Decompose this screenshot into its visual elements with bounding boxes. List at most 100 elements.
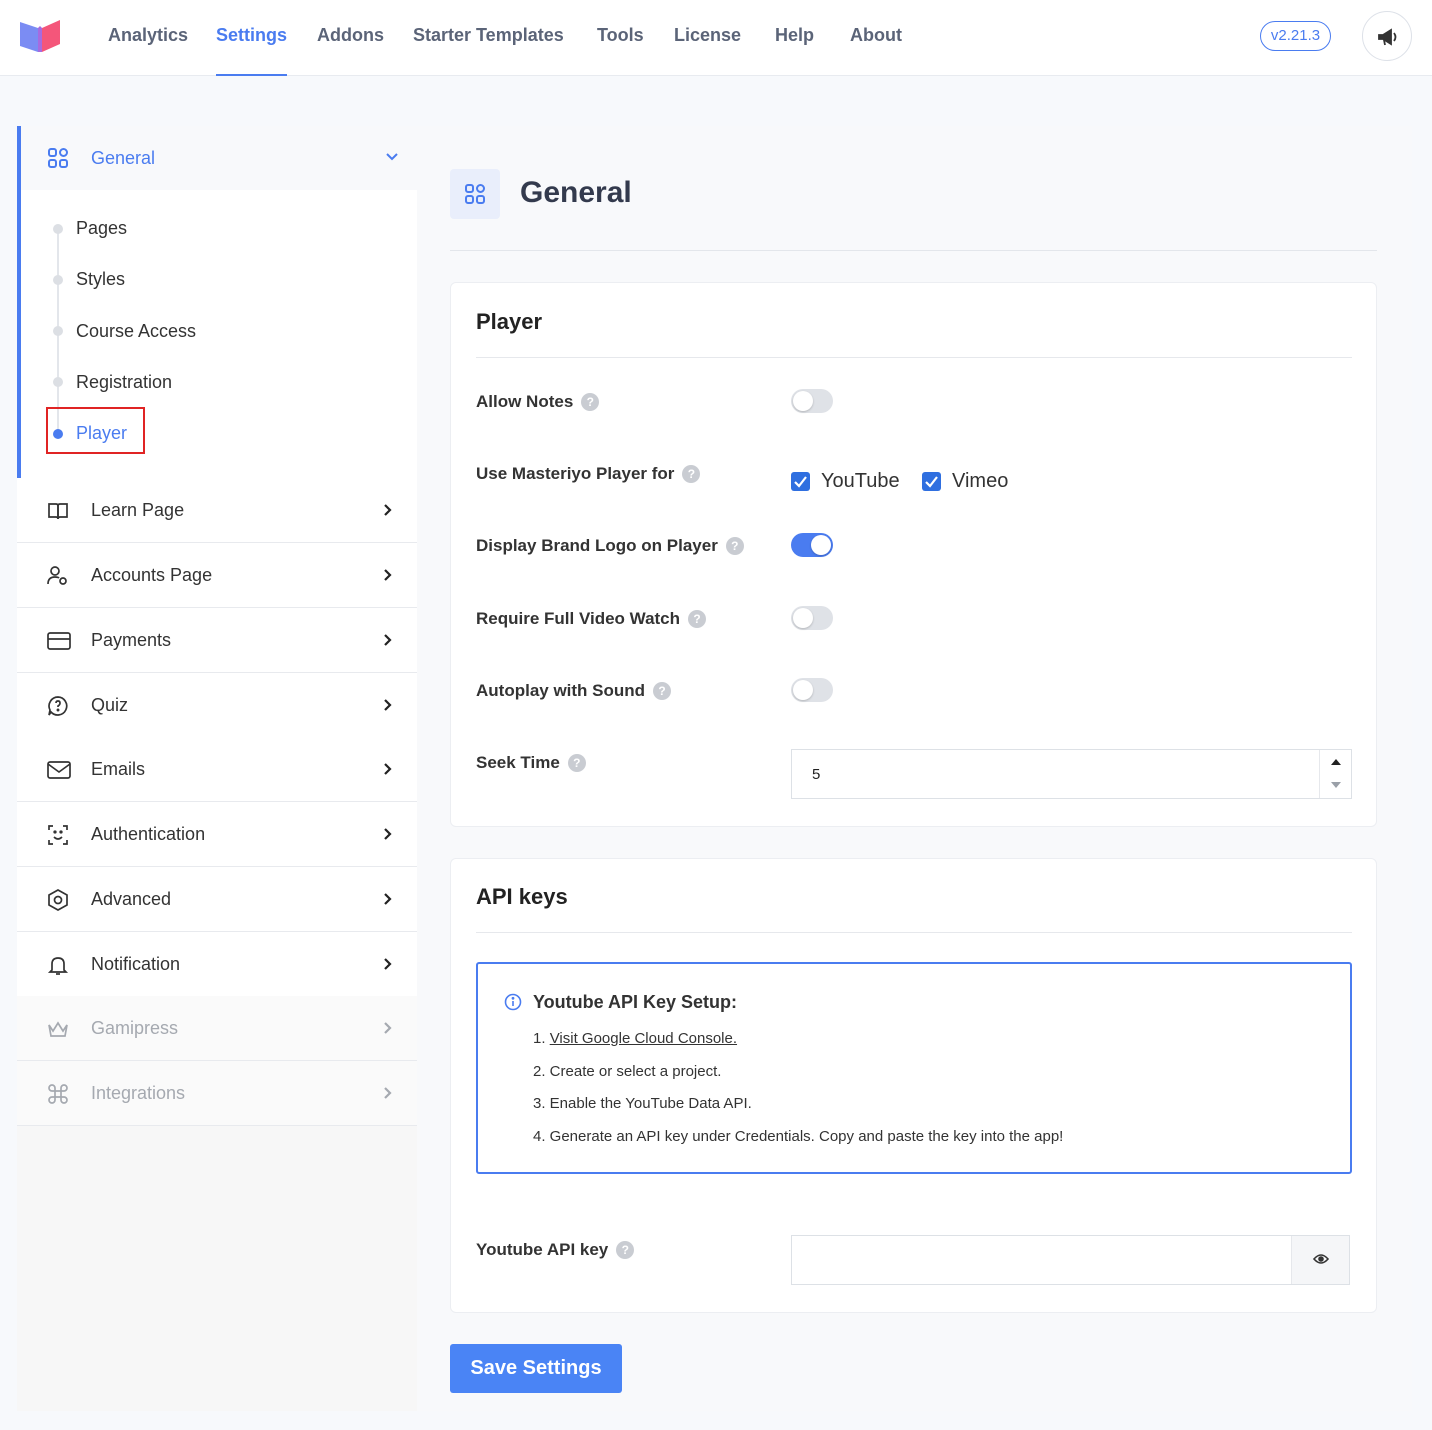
sidebar-item-learn-page[interactable]: Learn Page — [17, 478, 417, 543]
seek-time-input[interactable]: 5 — [791, 749, 1352, 799]
subnav-dot — [53, 224, 63, 234]
subnav-dot — [53, 326, 63, 336]
sidebar-item-notification[interactable]: Notification — [17, 932, 417, 997]
sidebar-item-accounts-page[interactable]: Accounts Page — [17, 543, 417, 608]
allow-notes-toggle[interactable] — [791, 389, 833, 413]
stepper-up-icon[interactable] — [1330, 758, 1342, 766]
sidebar-item-gamipress[interactable]: Gamipress — [17, 996, 417, 1061]
sidebar-item-label: Notification — [91, 954, 181, 974]
sidebar-item-emails[interactable]: Emails — [17, 737, 417, 802]
help-icon[interactable]: ? — [581, 393, 600, 411]
subnav-styles[interactable]: Styles — [76, 269, 125, 290]
info-step-1: 1. Visit Google Cloud Console. — [533, 1030, 737, 1047]
help-icon[interactable]: ? — [616, 1241, 635, 1259]
chevron-right-icon — [384, 504, 392, 516]
nav-about[interactable]: About — [850, 0, 902, 76]
allow-notes-label: Allow Notes? — [476, 392, 600, 412]
youtube-checkbox[interactable] — [791, 472, 810, 491]
label-text: Display Brand Logo on Player — [476, 536, 718, 555]
sidebar-item-label: Advanced — [91, 889, 172, 909]
subnav-pages[interactable]: Pages — [76, 218, 127, 239]
grid-icon — [465, 184, 485, 204]
chevron-right-icon — [384, 828, 392, 840]
chevron-right-icon — [384, 1022, 392, 1034]
youtube-api-key-input[interactable] — [791, 1235, 1350, 1285]
sidebar-item-advanced[interactable]: Advanced — [17, 867, 417, 932]
save-settings-button[interactable]: Save Settings — [450, 1344, 622, 1393]
hexagon-gear-icon — [48, 889, 68, 911]
sidebar-group-general: General Pages Styles Course Access Regis… — [17, 126, 417, 478]
youtube-label: YouTube — [821, 470, 900, 492]
sidebar-item-quiz[interactable]: Quiz — [17, 673, 417, 738]
info-step-2: 2. Create or select a project. — [533, 1063, 722, 1080]
nav-starter-templates[interactable]: Starter Templates — [413, 0, 564, 76]
chevron-right-icon — [384, 699, 392, 711]
highlight-box — [46, 407, 145, 454]
full-watch-label: Require Full Video Watch? — [476, 609, 707, 629]
autoplay-toggle[interactable] — [791, 678, 833, 702]
announcement-button[interactable] — [1362, 11, 1412, 61]
chevron-right-icon — [384, 634, 392, 646]
subnav-dot — [53, 377, 63, 387]
api-keys-card: API keys Youtube API Key Setup: 1. Visit… — [450, 858, 1377, 1313]
help-icon[interactable]: ? — [682, 465, 701, 483]
info-title: Youtube API Key Setup: — [533, 992, 738, 1012]
version-badge[interactable]: v2.21.3 — [1260, 21, 1331, 51]
nav-help[interactable]: Help — [775, 0, 814, 76]
help-icon[interactable]: ? — [567, 754, 586, 772]
sidebar-item-payments[interactable]: Payments — [17, 608, 417, 673]
sidebar-item-label: Gamipress — [91, 1018, 179, 1038]
nav-settings[interactable]: Settings — [216, 0, 288, 76]
mail-icon — [47, 761, 71, 779]
youtube-api-key-label: Youtube API key? — [476, 1240, 635, 1260]
info-step-3: 3. Enable the YouTube Data API. — [533, 1095, 752, 1112]
number-stepper[interactable] — [1319, 750, 1351, 798]
label-text: Seek Time — [476, 753, 560, 772]
step-number: 1. — [533, 1030, 550, 1047]
seek-time-value: 5 — [812, 766, 821, 783]
sidebar-item-label: Accounts Page — [91, 565, 213, 585]
subnav-course-access[interactable]: Course Access — [76, 321, 196, 342]
label-text: Allow Notes — [476, 392, 574, 411]
page-icon-box — [450, 169, 500, 219]
brand-logo-label: Display Brand Logo on Player? — [476, 536, 744, 556]
youtube-api-info-box: Youtube API Key Setup: 1. Visit Google C… — [476, 962, 1352, 1174]
chevron-right-icon — [384, 958, 392, 970]
google-cloud-console-link[interactable]: Visit Google Cloud Console. — [550, 1030, 737, 1047]
nav-tools[interactable]: Tools — [597, 0, 644, 76]
subnav-registration[interactable]: Registration — [76, 372, 172, 393]
divider — [450, 250, 1377, 251]
nav-analytics[interactable]: Analytics — [108, 0, 188, 76]
grid-icon — [48, 148, 68, 168]
book-icon — [48, 503, 68, 520]
divider — [476, 357, 1352, 358]
nav-license[interactable]: License — [674, 0, 741, 76]
help-icon[interactable]: ? — [725, 537, 744, 555]
full-watch-toggle[interactable] — [791, 606, 833, 630]
show-key-button[interactable] — [1291, 1236, 1349, 1284]
chevron-down-icon — [386, 153, 398, 161]
stepper-down-icon[interactable] — [1330, 781, 1342, 789]
sidebar-item-general[interactable]: General — [21, 126, 417, 190]
top-navigation-bar: Analytics Settings Addons Starter Templa… — [0, 0, 1432, 76]
seek-time-label: Seek Time? — [476, 753, 586, 773]
help-icon[interactable]: ? — [653, 682, 672, 700]
masteriyo-logo[interactable] — [18, 18, 62, 54]
sidebar-item-integrations[interactable]: Integrations — [17, 1061, 417, 1126]
brand-logo-toggle[interactable] — [791, 533, 833, 557]
player-card: Player Allow Notes? Use Masteriyo Player… — [450, 282, 1377, 827]
command-icon — [48, 1084, 68, 1104]
nav-addons[interactable]: Addons — [317, 0, 384, 76]
toggle-knob — [793, 680, 813, 700]
eye-icon — [1313, 1254, 1329, 1264]
use-player-for-label: Use Masteriyo Player for? — [476, 464, 701, 484]
help-icon[interactable]: ? — [688, 610, 707, 628]
face-scan-icon — [48, 825, 68, 845]
check-icon — [925, 476, 938, 488]
vimeo-checkbox[interactable] — [922, 472, 941, 491]
vimeo-label: Vimeo — [952, 470, 1009, 492]
label-text: Autoplay with Sound — [476, 681, 646, 700]
sidebar-item-label: Learn Page — [91, 500, 185, 520]
sidebar-item-authentication[interactable]: Authentication — [17, 802, 417, 867]
toggle-knob — [793, 391, 813, 411]
